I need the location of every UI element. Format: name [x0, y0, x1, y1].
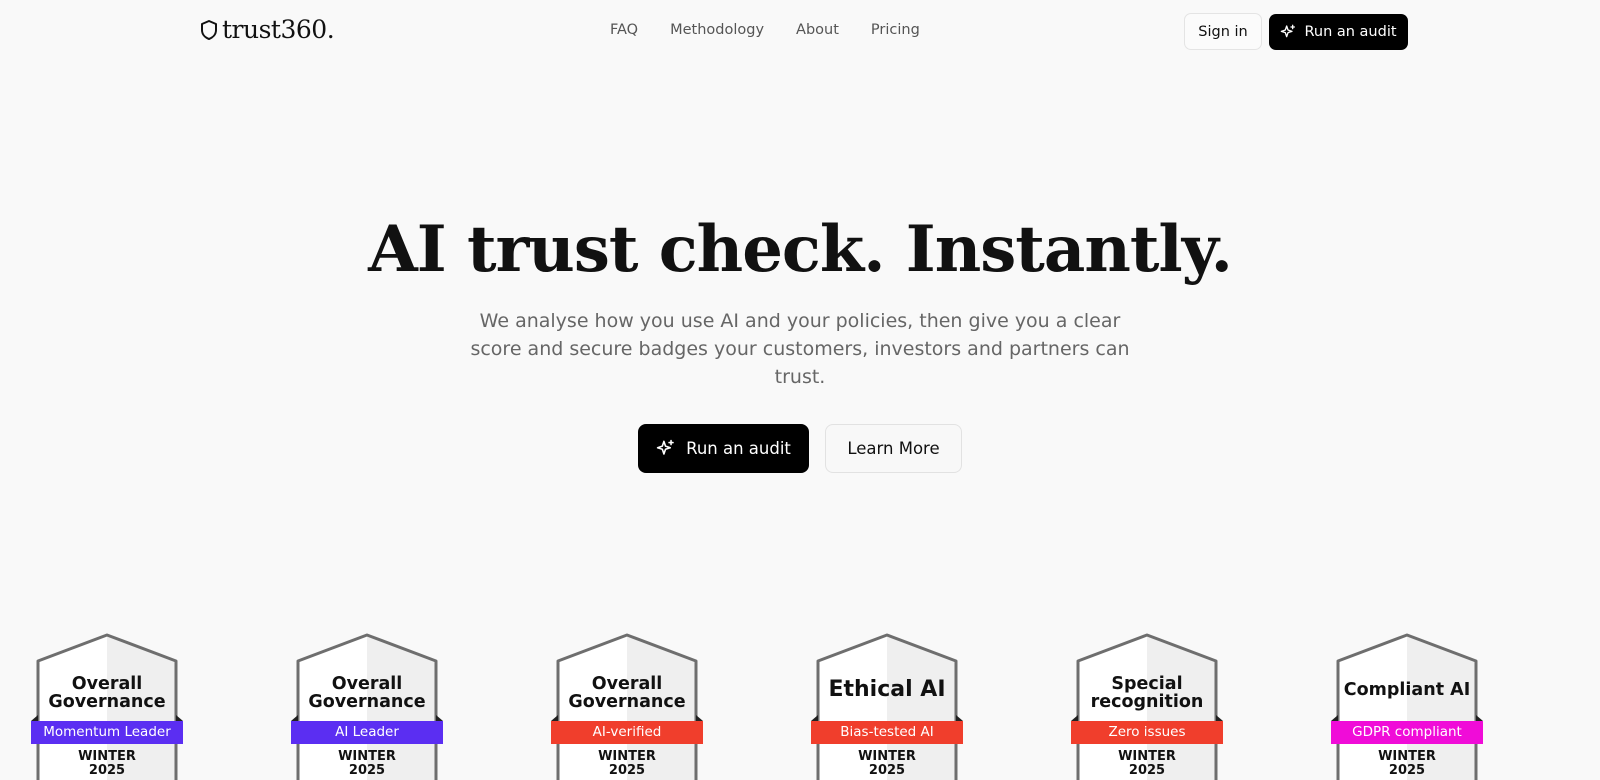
- learn-more-label: Learn More: [847, 439, 940, 458]
- badge-title: Overall Governance: [308, 674, 426, 712]
- site-header: trust360. FAQ Methodology About Pricing …: [0, 0, 1600, 64]
- badge-year: 2025: [608, 763, 646, 778]
- badge-title: Special recognition: [1090, 674, 1204, 712]
- badge-title: Overall Governance: [568, 674, 686, 712]
- sign-in-button[interactable]: Sign in: [1184, 13, 1262, 50]
- badge-row: Overall Governance Momentum Leader WINTER 20…: [0, 632, 1600, 780]
- badge-season-label: WINTER: [1118, 749, 1176, 764]
- badge-title: Overall Governance: [48, 674, 166, 712]
- award-badge: Ethical AI Bias-tested AI WINTER 2025: [811, 632, 963, 780]
- hero-subtitle: We analyse how you use AI and your polic…: [470, 310, 1130, 388]
- badge-title: Compliant AI: [1343, 680, 1471, 700]
- badge-season: WINTER 2025: [827, 750, 947, 778]
- shield-icon: [201, 19, 217, 40]
- nav-pricing[interactable]: Pricing: [871, 22, 920, 38]
- run-audit-hero-button[interactable]: Run an audit: [638, 424, 809, 473]
- run-audit-hero-label: Run an audit: [686, 439, 791, 458]
- logo[interactable]: trust360.: [199, 15, 335, 44]
- learn-more-button[interactable]: Learn More: [825, 424, 962, 473]
- badge-ribbon: Zero issues: [1071, 721, 1223, 744]
- award-badge: Special recognition Zero issues WINTER 2025: [1071, 632, 1223, 780]
- badge-year: 2025: [348, 763, 386, 778]
- badge-season-label: WINTER: [1378, 749, 1436, 764]
- badge-year: 2025: [1388, 763, 1426, 778]
- badge-ribbon: AI-verified: [551, 721, 703, 744]
- sign-in-label: Sign in: [1198, 23, 1248, 40]
- logo-text: trust360.: [222, 15, 335, 44]
- badge-season-label: WINTER: [78, 749, 136, 764]
- badge-season-label: WINTER: [858, 749, 916, 764]
- badge-season-label: WINTER: [338, 749, 396, 764]
- badge-year: 2025: [88, 763, 126, 778]
- sparkles-icon: [656, 439, 674, 455]
- badge-season: WINTER 2025: [1087, 750, 1207, 778]
- main-nav: FAQ Methodology About Pricing: [610, 22, 920, 38]
- badge-season: WINTER 2025: [307, 750, 427, 778]
- badge-year: 2025: [868, 763, 906, 778]
- award-badge: Overall Governance Momentum Leader WINTER 20…: [31, 632, 183, 780]
- badge-title: Ethical AI: [828, 677, 946, 702]
- run-audit-header-button[interactable]: Run an audit: [1269, 14, 1408, 50]
- award-badge: Compliant AI GDPR compliant WINTER 2025: [1331, 632, 1483, 780]
- award-badge: Overall Governance AI-verified WINTER 2025: [551, 632, 703, 780]
- nav-faq[interactable]: FAQ: [610, 22, 638, 38]
- badge-season: WINTER 2025: [567, 750, 687, 778]
- run-audit-header-label: Run an audit: [1304, 24, 1397, 40]
- nav-about[interactable]: About: [796, 22, 839, 38]
- sparkles-icon: [1281, 24, 1296, 38]
- badge-ribbon: Momentum Leader: [31, 721, 183, 744]
- badge-season-label: WINTER: [598, 749, 656, 764]
- nav-methodology[interactable]: Methodology: [670, 22, 764, 38]
- badge-ribbon: GDPR compliant: [1331, 721, 1483, 744]
- badge-ribbon: Bias-tested AI: [811, 721, 963, 744]
- badge-season: WINTER 2025: [47, 750, 167, 778]
- badge-ribbon: AI Leader: [291, 721, 443, 744]
- award-badge: Overall Governance AI Leader WINTER 2025: [291, 632, 443, 780]
- badge-season: WINTER 2025: [1347, 750, 1467, 778]
- hero-title: AI trust check. Instantly.: [368, 212, 1233, 287]
- badge-year: 2025: [1128, 763, 1166, 778]
